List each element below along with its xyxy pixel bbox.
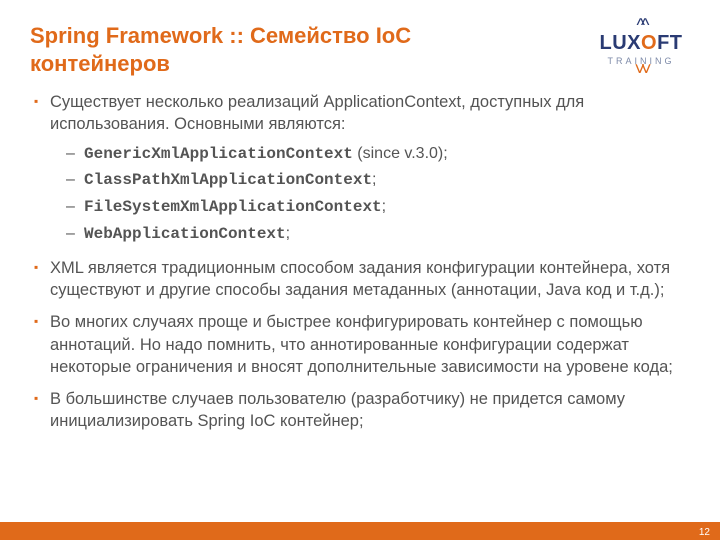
tail-text: ; [382, 198, 386, 215]
tail-text: ; [372, 171, 376, 188]
list-item-text: В большинстве случаев пользователю (разр… [50, 390, 625, 430]
sub-list-item: WebApplicationContext; [66, 222, 690, 247]
logo-brand: LUXOFT [586, 32, 696, 55]
sub-list-item: GenericXmlApplicationContext (since v.3.… [66, 142, 690, 167]
code-text: ClassPathXmlApplicationContext [84, 171, 372, 189]
sub-list-item: FileSystemXmlApplicationContext; [66, 195, 690, 220]
page-number: 12 [699, 527, 710, 538]
list-item-text: XML является традиционным способом задан… [50, 259, 670, 299]
logo: ^^ LUXOFT TRAINING ˅˅ [586, 20, 696, 74]
logo-text-left: LUX [600, 32, 642, 54]
bullet-list: Существует несколько реализаций Applicat… [30, 91, 690, 433]
list-item-text: Существует несколько реализаций Applicat… [50, 93, 584, 133]
list-item: Существует несколько реализаций Applicat… [34, 91, 690, 247]
code-text: WebApplicationContext [84, 225, 286, 243]
code-text: FileSystemXmlApplicationContext [84, 198, 382, 216]
chevron-down-icon: ˅˅ [586, 64, 696, 74]
logo-text-o: O [641, 32, 657, 54]
sub-list-item: ClassPathXmlApplicationContext; [66, 168, 690, 193]
logo-text-right: FT [657, 32, 682, 54]
code-text: GenericXmlApplicationContext [84, 145, 353, 163]
tail-text: (since v.3.0); [353, 145, 448, 162]
list-item: Во многих случаях проще и быстрее конфиг… [34, 311, 690, 378]
tail-text: ; [286, 225, 290, 242]
chevron-up-icon: ^^ [586, 20, 696, 30]
list-item: XML является традиционным способом задан… [34, 257, 690, 302]
list-item-text: Во многих случаях проще и быстрее конфиг… [50, 313, 673, 376]
list-item: В большинстве случаев пользователю (разр… [34, 388, 690, 433]
footer-bar: 12 [0, 522, 720, 540]
sub-list: GenericXmlApplicationContext (since v.3.… [50, 142, 690, 247]
page-title: Spring Framework :: Семейство IoC контей… [30, 22, 550, 77]
slide: ^^ LUXOFT TRAINING ˅˅ Spring Framework :… [0, 0, 720, 540]
